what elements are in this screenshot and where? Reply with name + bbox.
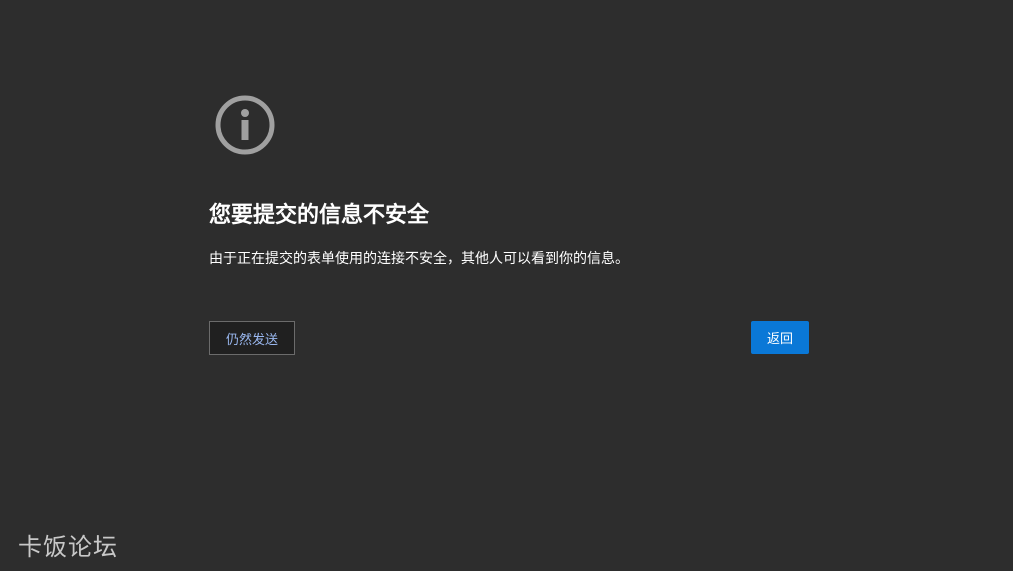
insecure-form-warning-page: 您要提交的信息不安全 由于正在提交的表单使用的连接不安全，其他人可以看到你的信息… bbox=[0, 0, 1013, 571]
send-anyway-button[interactable]: 仍然发送 bbox=[209, 321, 295, 355]
warning-message: 由于正在提交的表单使用的连接不安全，其他人可以看到你的信息。 bbox=[209, 251, 629, 267]
page-title: 您要提交的信息不安全 bbox=[209, 203, 430, 228]
info-icon bbox=[214, 94, 276, 156]
watermark: 卡饭论坛 bbox=[18, 533, 118, 561]
back-button[interactable]: 返回 bbox=[751, 321, 809, 354]
